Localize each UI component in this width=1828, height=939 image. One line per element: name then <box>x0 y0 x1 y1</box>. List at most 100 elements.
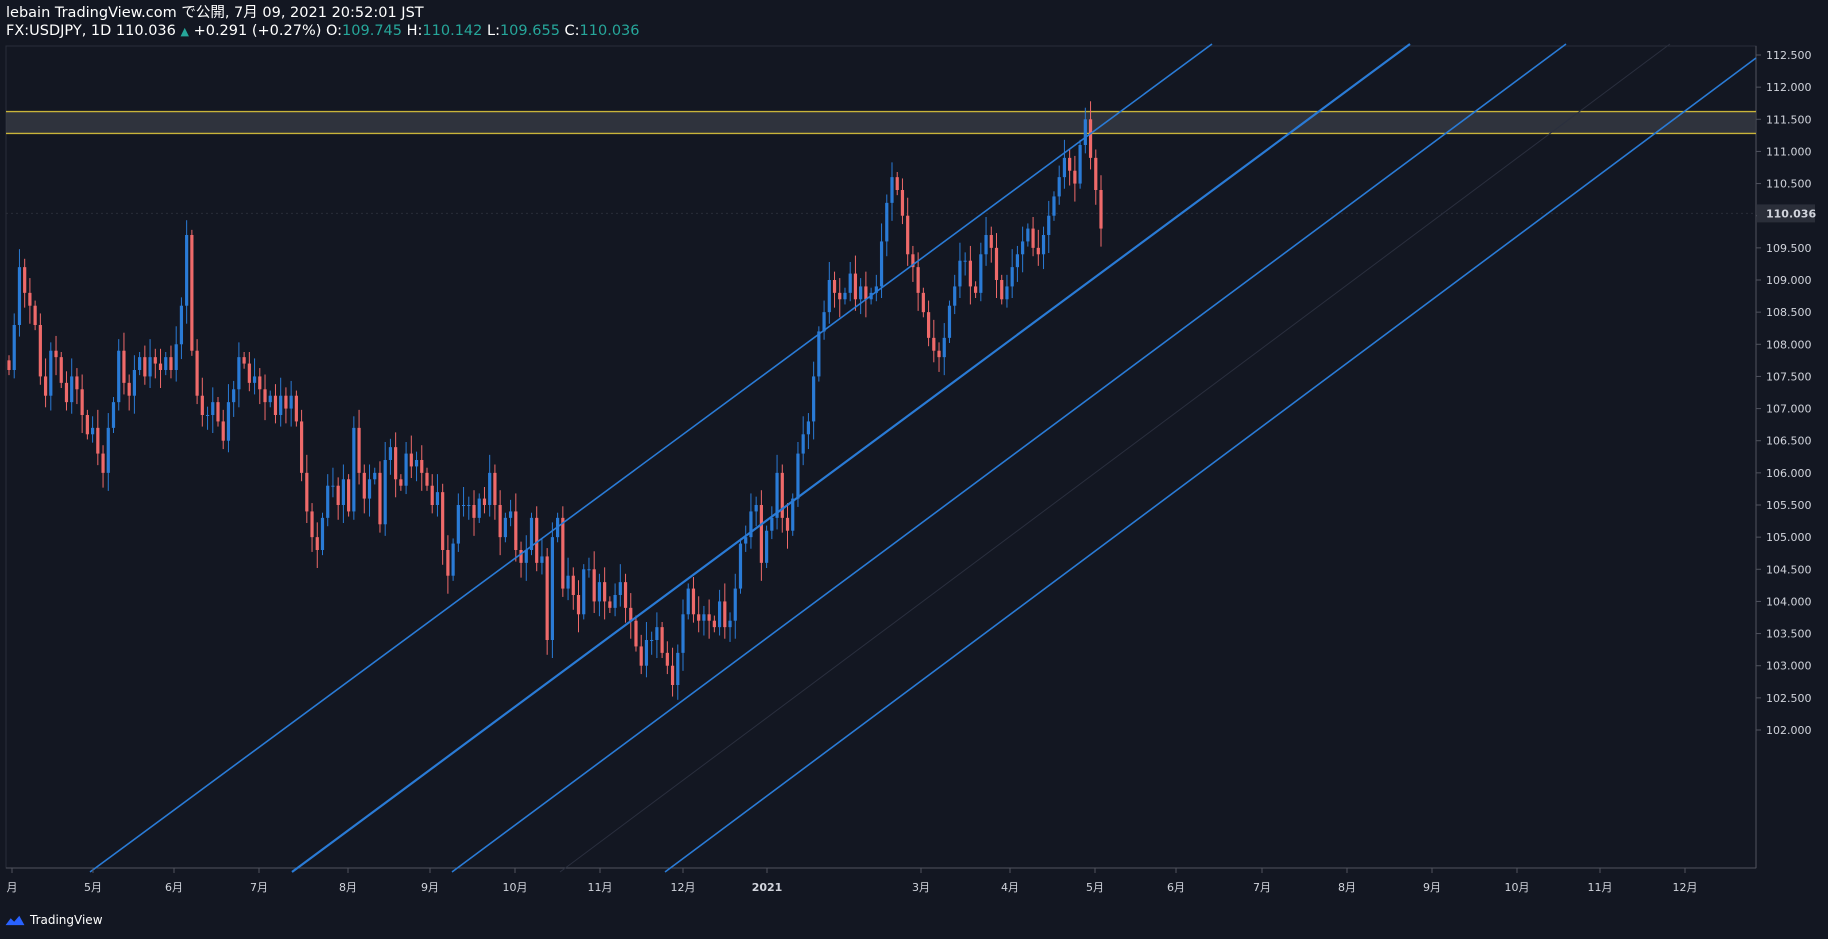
candle-body <box>963 260 967 262</box>
candle-body <box>947 305 952 338</box>
candle <box>331 467 335 498</box>
channel-line-mid-upper[interactable] <box>291 43 1411 873</box>
last-price-tag: 110.036 <box>1757 204 1816 223</box>
candle-body <box>477 498 481 518</box>
candle <box>1062 139 1067 189</box>
price-tick-label: 105.000 <box>1766 531 1812 544</box>
candle-body <box>864 286 868 300</box>
candle-body <box>132 370 136 396</box>
candle <box>378 461 382 533</box>
time-tick-label: 7月 <box>250 881 268 894</box>
candle <box>404 442 408 495</box>
candle-body <box>1083 119 1087 145</box>
trend-channel-lines[interactable] <box>89 43 1757 873</box>
candle-body <box>623 582 628 608</box>
candle <box>456 493 460 552</box>
candle <box>17 249 22 337</box>
candle <box>195 339 199 405</box>
candle-body <box>765 530 769 563</box>
candle-body <box>906 215 910 255</box>
candle-body <box>200 395 204 415</box>
candle <box>122 332 126 395</box>
candle-body <box>388 447 393 460</box>
candle-body <box>242 357 246 364</box>
candle-body <box>618 582 622 595</box>
candle-body <box>153 357 157 364</box>
price-tick-label: 112.500 <box>1766 49 1812 62</box>
candle-body <box>524 550 528 563</box>
candle <box>984 217 988 266</box>
candle-body <box>691 588 696 615</box>
candle <box>143 345 147 385</box>
candle-body <box>1041 235 1046 255</box>
candle-body <box>686 588 690 615</box>
candle <box>49 342 53 411</box>
candle <box>754 496 758 527</box>
price-chart[interactable]: 112.500 112.000 111.500 111.000 110.500 110.0… <box>0 0 1828 939</box>
candle <box>43 358 48 408</box>
time-tick-label: 7月 <box>1253 881 1271 894</box>
channel-line-lower[interactable] <box>664 57 1757 873</box>
candle <box>958 242 962 298</box>
candle <box>132 355 136 414</box>
candle-body <box>127 382 131 396</box>
candle-body <box>519 550 523 563</box>
price-tick-label: 108.500 <box>1766 306 1812 319</box>
candle-body <box>1010 267 1014 287</box>
candle <box>216 397 220 427</box>
candle <box>38 313 42 385</box>
candle-body <box>885 202 889 242</box>
candle <box>488 454 492 517</box>
candle-body <box>587 569 591 571</box>
candle-body <box>378 472 382 525</box>
resistance-zone[interactable] <box>6 110 1756 135</box>
candle <box>1068 149 1072 186</box>
candle-body <box>101 453 105 473</box>
candle <box>320 512 325 556</box>
candle-body <box>942 337 946 358</box>
candle <box>650 631 654 655</box>
candle-body <box>164 357 168 370</box>
price-axis[interactable]: 112.500112.000111.500111.000110.500110.0… <box>1756 49 1812 737</box>
candle-body <box>1047 215 1051 235</box>
candle-body <box>331 485 335 487</box>
candle <box>587 557 591 578</box>
candle-body <box>974 286 978 293</box>
candle-body <box>717 601 722 628</box>
candle-body <box>1031 228 1035 248</box>
candle-body <box>838 292 842 300</box>
candle-body <box>1052 196 1056 216</box>
candle <box>482 487 487 514</box>
price-tick-label: 111.500 <box>1766 113 1812 126</box>
candle-body <box>247 363 251 383</box>
candle <box>232 380 236 417</box>
candle <box>691 577 696 623</box>
candle-body <box>545 556 549 640</box>
candle-body <box>320 517 325 550</box>
candle <box>592 551 596 613</box>
candle <box>409 435 413 478</box>
candle <box>686 583 690 620</box>
candle <box>169 345 173 379</box>
time-axis[interactable]: 月 5月 6月 7月 8月 9月 10月 11月 12月 2021 3月 4月 5月 6月 7月 8月 9月 10… <box>7 868 1698 894</box>
channel-line-upper[interactable] <box>89 43 1213 873</box>
candle-body <box>315 537 319 550</box>
candle-body <box>258 376 262 390</box>
candle-body <box>535 517 539 563</box>
candle <box>838 278 842 318</box>
candle <box>315 522 319 568</box>
candle <box>597 573 602 617</box>
candle-body <box>498 505 502 538</box>
candle <box>64 371 69 411</box>
candle <box>341 464 345 523</box>
tradingview-logo-icon <box>5 915 25 926</box>
channel-line-mid-lower[interactable] <box>451 43 1567 873</box>
brand-footer[interactable]: TradingView <box>4 910 103 930</box>
candle <box>200 377 204 427</box>
candle <box>639 634 643 675</box>
candle-body <box>54 350 58 358</box>
candle-body <box>806 421 811 435</box>
candle <box>540 538 544 575</box>
candle-body <box>357 427 361 473</box>
candle-body <box>441 492 445 550</box>
